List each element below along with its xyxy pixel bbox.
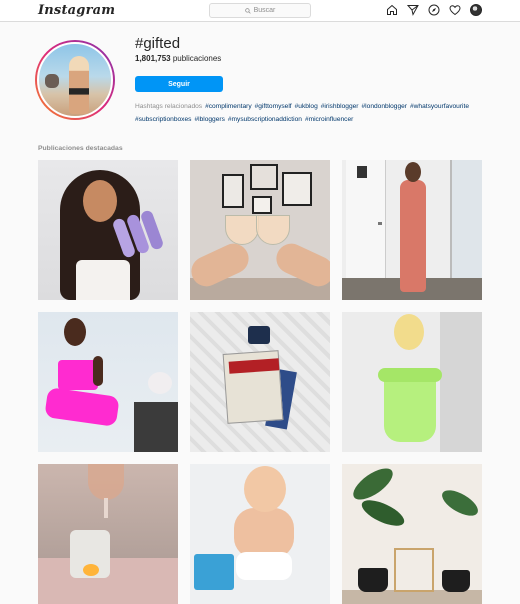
top-navigation-bar: Instagram Buscar xyxy=(0,0,520,22)
post-thumbnail[interactable] xyxy=(38,464,178,604)
follow-button[interactable]: Seguir xyxy=(135,76,223,92)
post-count-label: publicaciones xyxy=(172,54,222,63)
post-thumbnail[interactable] xyxy=(190,312,330,452)
post-thumbnail[interactable] xyxy=(342,312,482,452)
featured-posts-heading: Publicaciones destacadas xyxy=(38,145,123,152)
post-count-number: 1,801,753 xyxy=(135,54,171,63)
featured-posts-grid xyxy=(38,160,482,604)
hashtag-top-post-image xyxy=(35,40,115,120)
related-hashtags-label: Hashtags relacionados xyxy=(135,103,203,110)
nav-icon-group xyxy=(386,4,482,16)
profile-avatar-icon[interactable] xyxy=(470,4,482,16)
instagram-logo[interactable]: Instagram xyxy=(38,3,115,18)
activity-heart-icon[interactable] xyxy=(449,4,461,16)
post-thumbnail[interactable] xyxy=(190,160,330,300)
post-thumbnail[interactable] xyxy=(342,160,482,300)
related-hashtag-link[interactable]: #lbloggers xyxy=(194,116,224,123)
related-hashtag-link[interactable]: #microinfluencer xyxy=(305,116,353,123)
related-hashtag-link[interactable]: #londonblogger xyxy=(362,103,407,110)
explore-icon[interactable] xyxy=(428,4,440,16)
related-hashtag-link[interactable]: #mysubscriptionaddiction xyxy=(228,116,302,123)
post-thumbnail[interactable] xyxy=(38,160,178,300)
post-thumbnail[interactable] xyxy=(342,464,482,604)
related-hashtag-link[interactable]: #complimentary xyxy=(205,103,252,110)
hashtag-title: #gifted xyxy=(135,35,181,52)
related-hashtags: Hashtags relacionados #complimentary #gift… xyxy=(135,100,515,126)
search-icon xyxy=(244,7,251,14)
related-hashtag-link[interactable]: #gifttomyself xyxy=(255,103,292,110)
search-placeholder: Buscar xyxy=(253,7,276,14)
direct-icon[interactable] xyxy=(407,4,419,16)
post-thumbnail[interactable] xyxy=(38,312,178,452)
post-count: 1,801,753 publicaciones xyxy=(135,54,221,63)
post-thumbnail[interactable] xyxy=(190,464,330,604)
home-icon[interactable] xyxy=(386,4,398,16)
search-box[interactable]: Buscar xyxy=(209,3,311,18)
related-hashtag-link[interactable]: #whatsyourfavourite xyxy=(410,103,469,110)
related-hashtag-link[interactable]: #irishblogger xyxy=(321,103,359,110)
related-hashtag-link[interactable]: #subscriptionboxes xyxy=(135,116,191,123)
related-hashtag-link[interactable]: #ukblog xyxy=(295,103,318,110)
